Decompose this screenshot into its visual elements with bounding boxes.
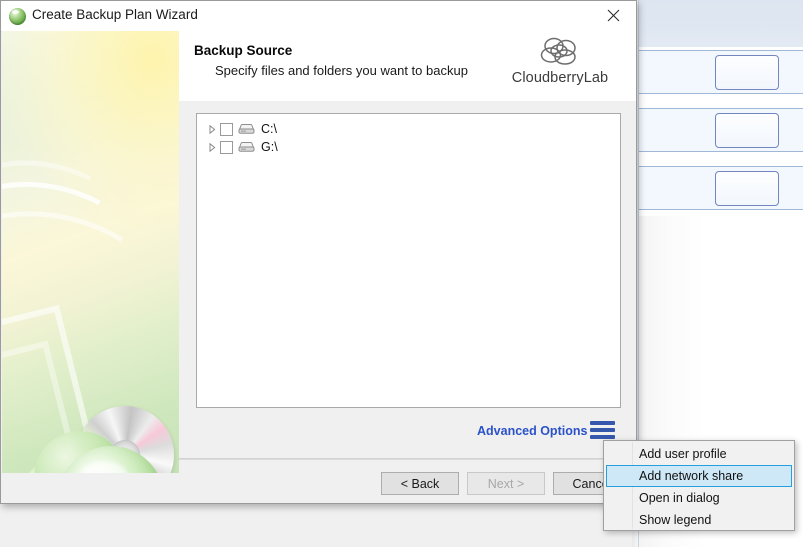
checkbox[interactable] (220, 122, 233, 136)
background-row[interactable] (639, 50, 803, 94)
advanced-options-context-menu[interactable]: Add user profile Add network share Open … (603, 440, 795, 531)
logo-text: CloudberryLab (511, 70, 609, 86)
background-row[interactable] (639, 108, 803, 152)
wizard-header: Backup Source Specify files and folders … (179, 31, 636, 101)
checkbox[interactable] (220, 140, 233, 154)
backup-source-tree[interactable]: C:\ G:\ (196, 113, 621, 408)
back-button[interactable]: < Back (381, 472, 459, 495)
tree-item-c-drive[interactable]: C:\ (197, 120, 620, 138)
close-icon (607, 9, 620, 22)
app-sphere-icon (9, 8, 26, 25)
cloudberrylab-logo: CloudberryLab (500, 35, 620, 86)
tree-item-label: G:\ (261, 140, 278, 154)
drive-icon (238, 123, 255, 135)
background-row[interactable] (639, 166, 803, 210)
menu-item-show-legend[interactable]: Show legend (606, 509, 792, 531)
advanced-options-link[interactable]: Advanced Options (477, 424, 587, 438)
dialog-title: Create Backup Plan Wizard (32, 7, 198, 22)
hamburger-menu-icon[interactable] (590, 421, 615, 441)
tree-item-label: C:\ (261, 122, 277, 136)
drive-icon (238, 141, 255, 153)
cloudberry-cloud-icon (540, 37, 576, 65)
create-backup-plan-wizard-dialog: Create Backup Plan Wizard Backup Source … (0, 0, 637, 504)
background-header-band (639, 0, 803, 48)
background-row-button[interactable] (715, 113, 779, 148)
menu-item-add-network-share[interactable]: Add network share (606, 465, 792, 487)
menu-item-open-in-dialog[interactable]: Open in dialog (606, 487, 792, 509)
page-subtitle: Specify files and folders you want to ba… (215, 63, 468, 78)
menu-item-add-user-profile[interactable]: Add user profile (606, 443, 792, 465)
screen: Create Backup Plan Wizard Backup Source … (0, 0, 803, 547)
expand-arrow-icon[interactable] (205, 140, 219, 154)
hamburger-bar (590, 428, 615, 432)
hamburger-bar (590, 435, 615, 439)
page-title: Backup Source (194, 43, 293, 58)
background-row-button[interactable] (715, 55, 779, 90)
next-button: Next > (467, 472, 545, 495)
dialog-titlebar[interactable]: Create Backup Plan Wizard (1, 1, 636, 32)
tree-item-g-drive[interactable]: G:\ (197, 138, 620, 156)
background-row-button[interactable] (715, 171, 779, 206)
expand-arrow-icon[interactable] (205, 122, 219, 136)
close-button[interactable] (591, 1, 636, 30)
wizard-decorative-sidebar (2, 31, 179, 473)
hamburger-bar (590, 421, 615, 425)
